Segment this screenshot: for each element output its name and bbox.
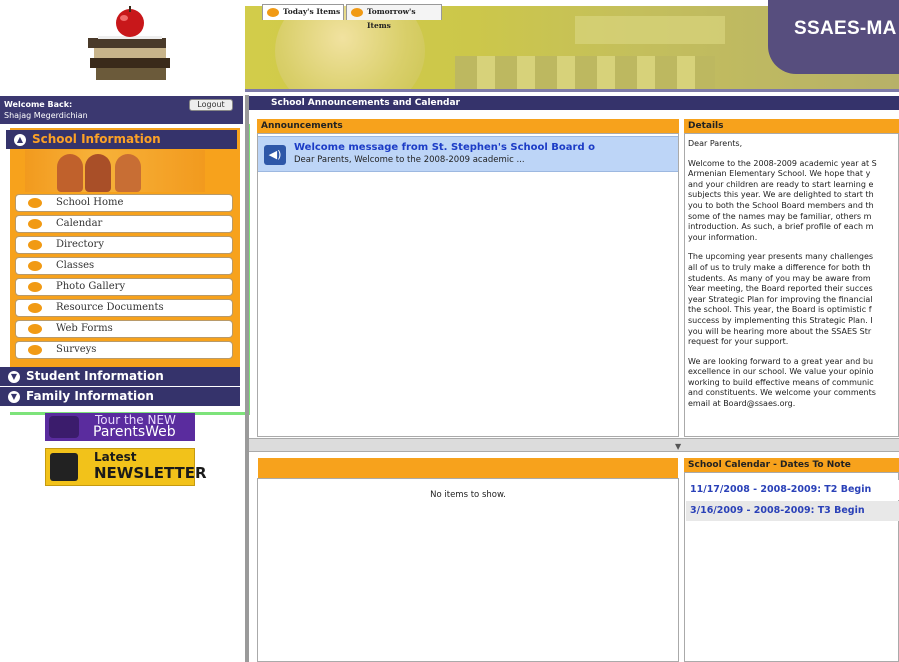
nav-section-student-information[interactable]: ▼ Student Information [0,367,240,386]
bullet-icon [28,345,42,355]
bullet-icon [28,240,42,250]
splitter-arrow-icon: ▼ [675,442,682,451]
sidebar-item-label: Calendar [56,218,103,229]
details-line: Armenian Elementary School. We hope that… [688,169,871,179]
details-line: students. As many of you may be aware fr… [688,273,871,283]
user-name: Shajag Megerdichian [4,111,88,120]
tab-label: Today's Items [283,7,341,16]
nav-section-label: School Information [32,132,161,146]
details-line: year Strategic Plan for improving the fi… [688,294,873,304]
newsletter-line1: Latest [94,450,137,464]
brand-name: SSAES-MA [794,18,897,39]
items-tabstrip [258,458,678,478]
tour-parentsweb-banner[interactable]: Tour the NEW ParentsWeb [45,413,195,441]
announcement-title: Welcome message from St. Stephen's Schoo… [294,142,595,153]
panel-splitter[interactable]: ▼ [249,438,899,452]
details-line: introduction. As such, a brief profile o… [688,222,874,232]
details-line: the school. This year, the Board is opti… [688,305,872,315]
calendar-entry[interactable]: 3/16/2009 - 2008-2009: T3 Begin [686,501,899,521]
details-line: working to build effective means of comm… [688,377,874,387]
details-body: Dear Parents, Welcome to the 2008-2009 ac… [688,139,899,435]
details-line: and constituents. We welcome your commen… [688,388,876,398]
no-items-message: No items to show. [430,490,506,500]
people-icon [49,416,79,438]
details-line: you to both the School Board members and… [688,200,874,210]
newsletter-line2: NEWSLETTER [94,464,207,482]
sidebar-item-label: School Home [56,197,124,208]
details-line: request for your support. [688,337,789,347]
nav-section-school-information[interactable]: ▲ School Information [6,130,237,149]
details-line: Welcome to the 2008-2009 academic year a… [688,158,877,168]
banner-divider [245,89,899,92]
sidebar-item-resource-documents[interactable]: Resource Documents [15,299,233,317]
megaphone-icon [50,453,78,481]
main-title-bar: School Announcements and Calendar [249,96,899,110]
sidebar-item-school-home[interactable]: School Home [15,194,233,212]
announcements-header: Announcements [257,119,679,133]
details-paragraph: The upcoming year presents many challeng… [688,252,899,347]
sidebar-item-directory[interactable]: Directory [15,236,233,254]
sidebar-item-label: Classes [56,260,95,271]
bullet-icon [28,261,42,271]
sidebar-item-label: Photo Gallery [56,281,126,292]
details-line: Year meeting, the Board reported their s… [688,284,873,294]
details-line: excellence in our school. We value your … [688,367,874,377]
sidebar-item-label: Resource Documents [56,302,164,313]
details-line: some of the names may be familiar, other… [688,211,872,221]
chevron-down-icon: ▼ [8,371,20,383]
details-line: you will be hearing more about the SSAES… [688,326,872,336]
details-line: success by implementing this Strategic P… [688,315,873,325]
sidebar-item-photo-gallery[interactable]: Photo Gallery [15,278,233,296]
details-line: your information. [688,232,758,242]
details-paragraph: Dear Parents, [688,139,899,150]
details-paragraph: We are looking forward to a great year a… [688,357,899,410]
bullet-icon [351,8,363,17]
details-line: subjects this year. We are delighted to … [688,190,874,200]
items-panel [257,478,679,662]
details-header: Details [684,119,899,133]
speaker-icon: ◀) [264,145,286,165]
bullet-icon [28,303,42,313]
sidebar-item-label: Surveys [56,344,97,355]
details-paragraph: Welcome to the 2008-2009 academic year a… [688,159,899,244]
chevron-down-icon: ▼ [8,391,20,403]
newsletter-banner[interactable]: Latest NEWSLETTER [45,448,207,486]
chevron-up-icon: ▲ [14,134,26,146]
tab-todays-items[interactable]: Today's Items [262,4,344,20]
bullet-icon [267,8,279,17]
calendar-entry[interactable]: 11/17/2008 - 2008-2009: T2 Begin [686,480,899,500]
sidebar-item-label: Web Forms [56,323,113,334]
bullet-icon [28,198,42,208]
tour-line2: ParentsWeb [93,424,176,440]
details-line: all of us to truly make a difference for… [688,262,871,272]
announcement-item[interactable]: ◀) Welcome message from St. Stephen's Sc… [258,136,678,172]
students-illustration [25,150,205,192]
site-banner: SSAES-MA [0,0,899,92]
bullet-icon [28,219,42,229]
announcements-panel [257,133,679,437]
sidebar-item-web-forms[interactable]: Web Forms [15,320,233,338]
bullet-icon [28,324,42,334]
sidebar-item-label: Directory [56,239,104,250]
details-line: and your children are ready to start lea… [688,179,874,189]
details-line: email at Board@ssaes.org. [688,399,796,409]
details-line: Dear Parents, [688,139,743,148]
bullet-icon [28,282,42,292]
calendar-header: School Calendar - Dates To Note [684,458,899,472]
tab-tomorrows-items[interactable]: Tomorrow's Items [346,4,442,30]
details-line: We are looking forward to a great year a… [688,356,874,366]
brand-box: SSAES-MA [768,0,899,74]
school-logo [88,6,170,80]
details-line: The upcoming year presents many challeng… [688,252,874,262]
announcement-snippet: Dear Parents, Welcome to the 2008-2009 a… [294,155,525,165]
nav-section-label: Student Information [26,369,164,383]
nav-section-label: Family Information [26,389,154,403]
nav-section-family-information[interactable]: ▼ Family Information [0,387,240,406]
logout-button[interactable]: Logout [189,99,233,111]
sidebar-item-surveys[interactable]: Surveys [15,341,233,359]
sidebar-item-calendar[interactable]: Calendar [15,215,233,233]
sidebar-item-classes[interactable]: Classes [15,257,233,275]
